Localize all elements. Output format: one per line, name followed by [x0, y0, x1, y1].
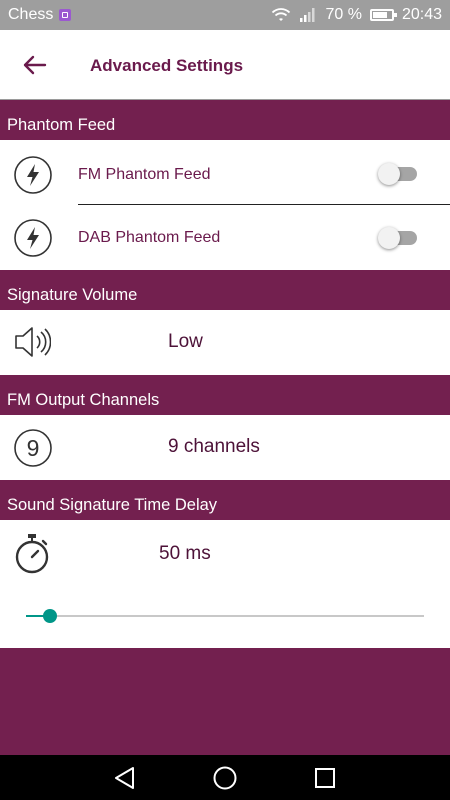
- navigation-bar: [0, 755, 450, 800]
- signature-volume-row[interactable]: Low: [0, 310, 450, 375]
- fm-output-channels-row[interactable]: 9 9 channels: [0, 415, 450, 480]
- lightning-icon: [14, 156, 52, 194]
- nav-back-button[interactable]: [112, 765, 138, 791]
- fm-output-channels-header: FM Output Channels: [0, 375, 450, 415]
- lightning-icon: [14, 219, 52, 257]
- page-title: Advanced Settings: [90, 56, 244, 75]
- signal-icon: [300, 8, 315, 22]
- nav-home-button[interactable]: [212, 765, 238, 791]
- fm-phantom-feed-toggle[interactable]: [378, 161, 418, 187]
- status-right: 70 % 20:43: [271, 6, 442, 24]
- home-circle-icon: [213, 766, 237, 790]
- phantom-feed-section: FM Phantom Feed DAB Phantom Feed: [0, 140, 450, 270]
- toggle-thumb: [378, 163, 400, 185]
- battery-icon: [369, 9, 397, 21]
- battery-percent: 70 %: [325, 6, 362, 23]
- status-left: Chess: [8, 6, 72, 24]
- app-bar: Advanced Settings: [0, 30, 450, 100]
- status-time: 20:43: [401, 6, 442, 23]
- dab-phantom-feed-label: DAB Phantom Feed: [78, 229, 221, 246]
- toggle-thumb: [378, 227, 400, 249]
- nine-icon-text: 9: [27, 435, 40, 461]
- dab-phantom-feed-toggle[interactable]: [378, 225, 418, 251]
- nav-recents-button[interactable]: [312, 765, 338, 791]
- time-delay-section: 50 ms: [0, 520, 450, 648]
- back-button[interactable]: [18, 50, 52, 80]
- time-delay-value: 50 ms: [159, 543, 211, 564]
- signature-volume-header: Signature Volume: [0, 270, 450, 310]
- arrow-left-icon: [23, 55, 47, 75]
- back-triangle-icon: [115, 767, 134, 789]
- signature-volume-value: Low: [168, 331, 203, 352]
- time-delay-slider[interactable]: [26, 605, 424, 627]
- status-bar: Chess 70 % 20:43: [0, 0, 450, 30]
- fm-output-channels-value: 9 channels: [168, 436, 260, 457]
- time-delay-header: Sound Signature Time Delay: [0, 480, 450, 520]
- wifi-icon: [272, 8, 291, 21]
- app-notification-icon: [59, 9, 72, 21]
- slider-knob[interactable]: [43, 609, 57, 623]
- phantom-feed-header: Phantom Feed: [0, 100, 450, 140]
- status-app-name: Chess: [8, 6, 54, 23]
- row-divider: [78, 204, 450, 205]
- number-nine-icon: 9: [14, 429, 52, 467]
- stopwatch-icon: [15, 534, 49, 574]
- slider-rail: [26, 615, 424, 617]
- recents-square-icon: [315, 768, 335, 788]
- speaker-icon: [15, 327, 51, 357]
- fm-phantom-feed-label: FM Phantom Feed: [78, 166, 211, 183]
